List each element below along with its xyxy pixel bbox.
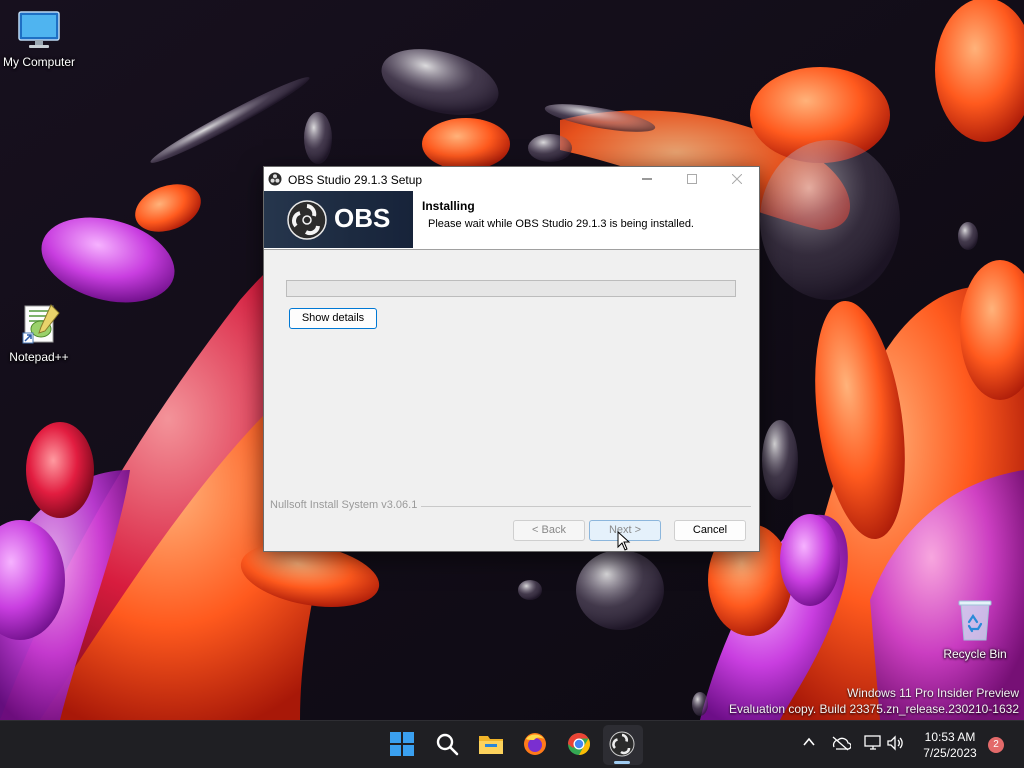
- branding-text: Nullsoft Install System v3.06.1: [270, 499, 422, 511]
- desktop-icon-label: Notepad++: [9, 350, 69, 364]
- show-details-button[interactable]: Show details: [289, 308, 377, 329]
- maximize-icon: [687, 174, 697, 184]
- display-icon[interactable]: [864, 735, 882, 751]
- chevron-up-icon[interactable]: [802, 735, 816, 749]
- desktop-icon-recycle-bin[interactable]: Recycle Bin: [936, 598, 1014, 661]
- installer-header: OBS Installing Please wait while OBS Stu…: [264, 191, 759, 250]
- minimize-icon: [642, 178, 652, 180]
- file-explorer-icon: [479, 736, 503, 754]
- mouse-cursor-icon: [617, 531, 631, 551]
- obs-icon: [609, 731, 635, 757]
- taskbar-firefox[interactable]: [522, 731, 550, 759]
- obs-logo-icon: [287, 200, 327, 240]
- install-progress-bar: [286, 280, 736, 297]
- taskbar-file-explorer[interactable]: [478, 731, 506, 759]
- network-icon[interactable]: [831, 735, 851, 751]
- start-icon: [390, 732, 414, 756]
- desktop-icon-label: Recycle Bin: [943, 647, 1007, 661]
- os-watermark: Windows 11 Pro Insider Preview Evaluatio…: [729, 685, 1019, 717]
- clock-time: 10:53 AM: [924, 730, 976, 744]
- close-button[interactable]: [714, 167, 760, 191]
- banner-logo-text: OBS: [334, 203, 391, 233]
- obs-setup-window: OBS Studio 29.1.3 Setup OBS Installing P…: [263, 166, 760, 552]
- clock-date: 7/25/2023: [923, 746, 977, 760]
- window-title: OBS Studio 29.1.3 Setup: [288, 173, 423, 187]
- taskbar: 10:53 AM 7/25/2023 2: [0, 720, 1024, 768]
- watermark-line: Windows 11 Pro Insider Preview: [847, 686, 1019, 700]
- recycle-bin-icon: [958, 600, 992, 641]
- chrome-icon: [568, 733, 590, 755]
- taskbar-clock[interactable]: 10:53 AM 7/25/2023: [912, 729, 988, 761]
- taskbar-search[interactable]: [434, 731, 462, 759]
- desktop-icon-label: My Computer: [2, 55, 76, 69]
- taskbar-start[interactable]: [389, 731, 417, 759]
- page-subtitle: Please wait while OBS Studio 29.1.3 is b…: [428, 218, 694, 230]
- monitor-icon: [18, 11, 60, 48]
- obs-icon: [268, 172, 282, 186]
- notification-badge[interactable]: 2: [988, 737, 1004, 753]
- search-icon: [436, 733, 459, 756]
- active-indicator: [614, 761, 630, 764]
- branding-line: Nullsoft Install System v3.06.1: [270, 499, 751, 513]
- desktop-icon-notepadpp[interactable]: Notepad++: [0, 303, 78, 364]
- page-title: Installing: [422, 199, 475, 213]
- notepadpp-icon: [22, 304, 60, 344]
- obs-banner: OBS: [264, 191, 413, 248]
- close-icon: [731, 173, 743, 185]
- firefox-icon: [524, 733, 546, 755]
- watermark-line: Evaluation copy. Build 23375.zn_release.…: [729, 702, 1019, 716]
- back-button[interactable]: < Back: [513, 520, 585, 541]
- volume-icon[interactable]: [886, 735, 904, 751]
- taskbar-obs[interactable]: [609, 731, 637, 759]
- cancel-button[interactable]: Cancel: [674, 520, 746, 541]
- taskbar-chrome[interactable]: [566, 731, 594, 759]
- desktop-icon-my-computer[interactable]: My Computer: [0, 10, 78, 69]
- minimize-button[interactable]: [624, 167, 670, 191]
- maximize-button[interactable]: [669, 167, 715, 191]
- window-titlebar[interactable]: OBS Studio 29.1.3 Setup: [264, 167, 759, 191]
